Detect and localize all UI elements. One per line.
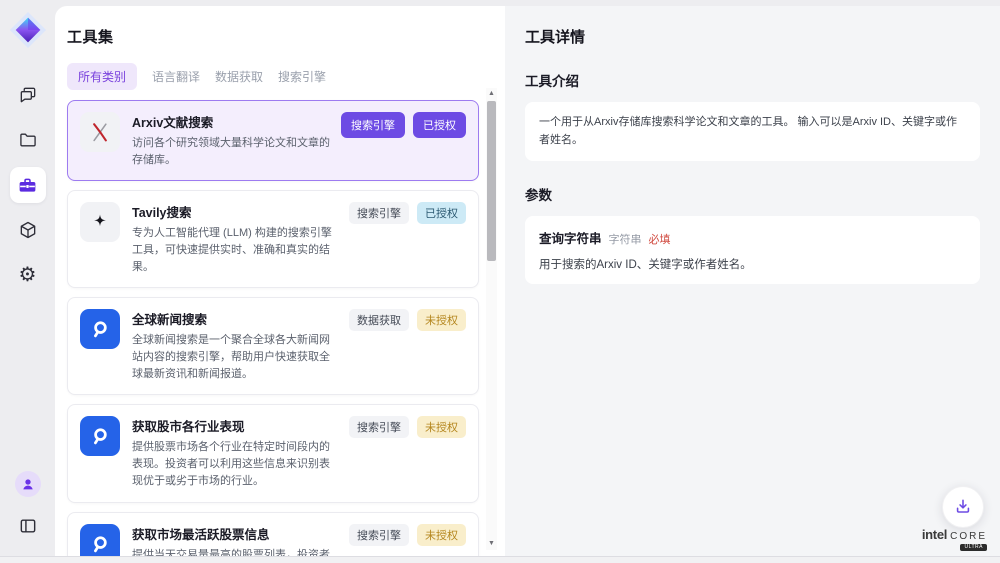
category-badge: 搜索引擎	[341, 112, 405, 138]
tool-intro-card: 一个用于从Arxiv存储库搜索科学论文和文章的工具。 输入可以是Arxiv ID…	[525, 102, 980, 161]
sidebar-item-folder[interactable]	[10, 122, 46, 158]
tool-name: 获取股市各行业表现	[132, 416, 339, 435]
param-name: 查询字符串	[539, 228, 602, 247]
ultra-badge: ultra	[960, 544, 987, 551]
tool-description: 提供股票市场各个行业在特定时间段内的表现。投资者可以利用这些信息来识别表现优于或…	[132, 439, 339, 490]
intro-heading: 工具介绍	[525, 70, 980, 90]
arxiv-logo-icon	[80, 112, 120, 152]
tool-card[interactable]: 获取股市各行业表现 提供股票市场各个行业在特定时间段内的表现。投资者可以利用这些…	[67, 404, 479, 502]
tab-1[interactable]: 语言翻译	[152, 63, 200, 90]
user-icon	[15, 471, 41, 497]
core-wordmark: core	[950, 532, 987, 542]
sidebar-nav: ⚙	[10, 77, 46, 293]
sidebar-item-cube[interactable]	[10, 212, 46, 248]
auth-status-badge: 未授权	[417, 309, 466, 331]
category-tabs: 所有类别语言翻译数据获取搜索引擎	[67, 63, 479, 90]
details-title: 工具详情	[525, 26, 980, 47]
chat-icon	[18, 85, 38, 105]
tool-card[interactable]: Tavily搜索 专为人工智能代理 (LLM) 构建的搜索引擎工具，可快速提供实…	[67, 190, 479, 288]
app-window: ⚙ 工具集 所有类别语言翻译数据获取搜索引擎 Arxiv文献搜索 访问各个研究领…	[0, 0, 1000, 556]
category-badge: 搜索引擎	[349, 416, 409, 438]
tab-3[interactable]: 搜索引擎	[278, 63, 326, 90]
param-type: 字符串	[609, 231, 642, 247]
param-card: 查询字符串 字符串 必填 用于搜索的Arxiv ID、关键字或作者姓名。	[525, 216, 980, 284]
folder-icon	[18, 130, 38, 150]
search-q-icon	[80, 416, 120, 456]
sparkle-icon	[80, 202, 120, 242]
tool-intro-text: 一个用于从Arxiv存储库搜索科学论文和文章的工具。 输入可以是Arxiv ID…	[539, 114, 966, 149]
gear-icon: ⚙	[19, 265, 37, 286]
scroll-down-arrow-icon[interactable]: ▼	[486, 538, 497, 550]
sidebar: ⚙	[0, 0, 55, 556]
download-button[interactable]	[942, 486, 984, 528]
tool-card[interactable]: 获取市场最活跃股票信息 提供当天交易量最高的股票列表，投资者可以利用这些信息来识…	[67, 512, 479, 556]
intel-wordmark: intel	[922, 528, 947, 541]
main-content: 工具集 所有类别语言翻译数据获取搜索引擎 Arxiv文献搜索 访问各个研究领域大…	[55, 6, 1000, 556]
tool-description: 提供当天交易量最高的股票列表，投资者可以利用这些信息来识别流动性强的股票和潜在的…	[132, 547, 339, 556]
tool-card[interactable]: 全球新闻搜索 全球新闻搜索是一个聚合全球各大新闻网站内容的搜索引擎，帮助用户快速…	[67, 297, 479, 395]
tool-name: 获取市场最活跃股票信息	[132, 524, 339, 543]
sidebar-item-settings[interactable]: ⚙	[10, 257, 46, 293]
intel-core-logo: intel core ultra	[922, 528, 987, 551]
auth-status-badge: 未授权	[417, 416, 466, 438]
page-title: 工具集	[67, 26, 479, 47]
category-badge: 数据获取	[349, 309, 409, 331]
sidebar-item-toolbox[interactable]	[10, 167, 46, 203]
tool-details-pane: 工具详情 工具介绍 一个用于从Arxiv存储库搜索科学论文和文章的工具。 输入可…	[505, 6, 1000, 556]
bottom-strip	[0, 556, 1000, 563]
search-q-icon	[80, 309, 120, 349]
auth-status-badge: 未授权	[417, 524, 466, 546]
tool-description: 专为人工智能代理 (LLM) 构建的搜索引擎工具，可快速提供实时、准确和真实的结…	[132, 225, 339, 276]
category-badge: 搜索引擎	[349, 524, 409, 546]
params-heading: 参数	[525, 184, 980, 204]
tool-card-list: Arxiv文献搜索 访问各个研究领域大量科学论文和文章的存储库。 搜索引擎 已授…	[67, 100, 479, 556]
scrollbar-thumb[interactable]	[487, 101, 496, 261]
tab-2[interactable]: 数据获取	[215, 63, 263, 90]
cube-icon	[18, 220, 38, 240]
auth-status-badge: 已授权	[413, 112, 466, 138]
tab-0[interactable]: 所有类别	[67, 63, 137, 90]
list-scrollbar: ▲ ▼	[486, 88, 497, 550]
auth-status-badge: 已授权	[417, 202, 466, 224]
tool-card[interactable]: Arxiv文献搜索 访问各个研究领域大量科学论文和文章的存储库。 搜索引擎 已授…	[67, 100, 479, 181]
category-badge: 搜索引擎	[349, 202, 409, 224]
tool-name: Arxiv文献搜索	[132, 112, 331, 131]
tool-list-pane: 工具集 所有类别语言翻译数据获取搜索引擎 Arxiv文献搜索 访问各个研究领域大…	[55, 6, 505, 556]
param-required-flag: 必填	[649, 231, 671, 247]
tool-description: 全球新闻搜索是一个聚合全球各大新闻网站内容的搜索引擎，帮助用户快速获取全球最新资…	[132, 332, 339, 383]
layout-panel-icon	[18, 516, 38, 536]
param-desc: 用于搜索的Arxiv ID、关键字或作者姓名。	[539, 256, 966, 272]
user-avatar[interactable]	[10, 466, 46, 502]
scroll-up-arrow-icon[interactable]: ▲	[486, 88, 497, 100]
download-icon	[953, 497, 973, 517]
toolbox-icon	[17, 175, 38, 196]
tool-description: 访问各个研究领域大量科学论文和文章的存储库。	[132, 135, 331, 169]
app-logo-icon	[9, 11, 47, 49]
search-q-icon	[80, 524, 120, 556]
sidebar-item-chat[interactable]	[10, 77, 46, 113]
collapse-panel-button[interactable]	[10, 508, 46, 544]
tool-name: 全球新闻搜索	[132, 309, 339, 328]
tool-name: Tavily搜索	[132, 202, 339, 221]
